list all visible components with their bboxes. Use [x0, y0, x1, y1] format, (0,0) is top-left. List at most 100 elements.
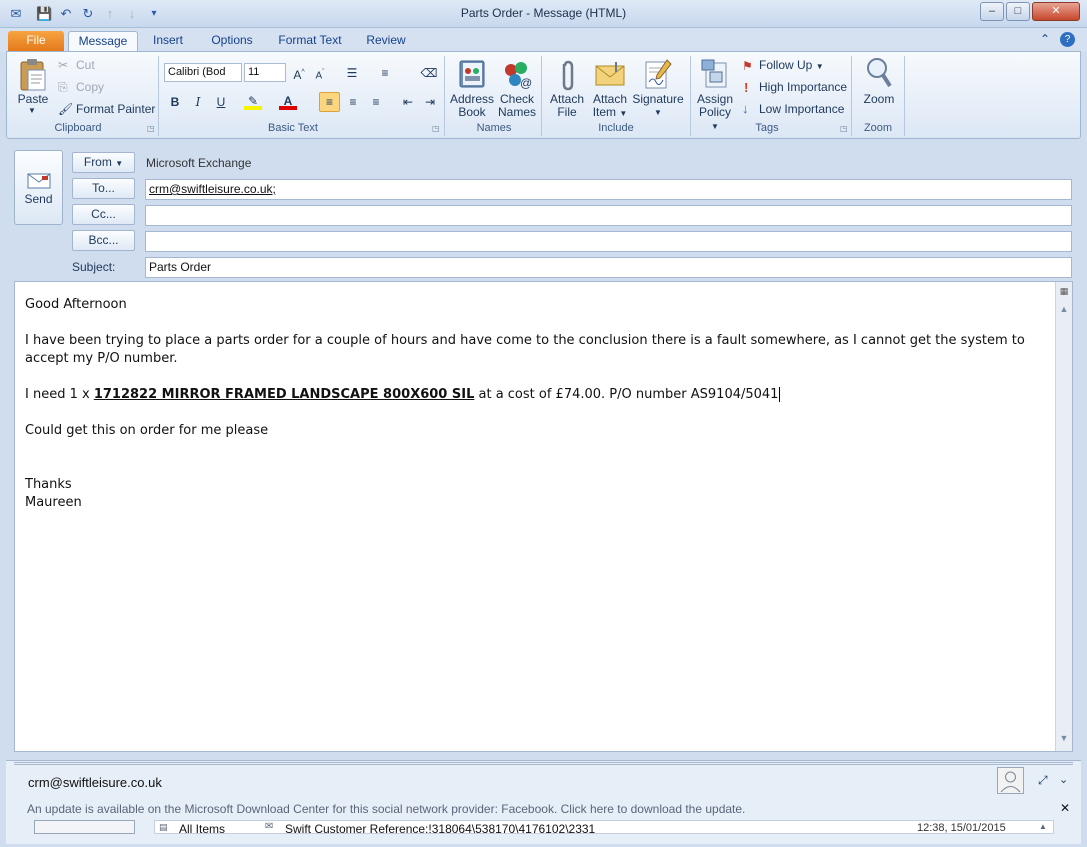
body-paragraph: I have been trying to place a parts orde…: [25, 333, 1025, 366]
collapse-pane-icon[interactable]: ⌄: [1059, 773, 1068, 786]
update-notice[interactable]: An update is available on the Microsoft …: [27, 802, 745, 816]
send-label: Send: [24, 192, 53, 206]
cut-icon: ✂: [58, 58, 69, 72]
help-icon[interactable]: ?: [1060, 32, 1075, 47]
send-icon: [25, 171, 53, 194]
all-items-expand-icon: ▤: [159, 822, 168, 832]
attach-item-icon: [594, 60, 626, 91]
all-items-label[interactable]: All Items: [179, 822, 225, 833]
activity-scroll-icon[interactable]: ▲: [1039, 822, 1047, 831]
highlight-icon[interactable]: ✎: [244, 92, 262, 110]
copy-button[interactable]: Copy: [76, 80, 104, 94]
body-scrollbar[interactable]: ▦ ▲ ▼: [1055, 282, 1072, 751]
minimize-button[interactable]: –: [980, 2, 1004, 21]
tab-options[interactable]: Options: [204, 31, 260, 52]
tab-message[interactable]: Message: [68, 31, 138, 52]
ruler-toggle-icon[interactable]: ▦: [1057, 286, 1071, 300]
low-importance-button[interactable]: Low Importance: [759, 102, 844, 116]
clear-formatting-icon[interactable]: ⌫: [420, 64, 438, 82]
underline-button[interactable]: U: [212, 93, 230, 111]
font-color-icon[interactable]: A: [279, 92, 297, 110]
scroll-up-icon[interactable]: ▲: [1057, 304, 1071, 318]
attach-file-button[interactable]: Attach File: [547, 93, 587, 119]
italic-button[interactable]: I: [189, 93, 207, 111]
scroll-down-icon[interactable]: ▼: [1057, 733, 1071, 747]
from-value: Microsoft Exchange: [146, 156, 252, 170]
body-thanks: Thanks: [25, 477, 72, 492]
decrease-indent-icon[interactable]: ⇤: [399, 93, 417, 111]
mail-item-icon: ✉: [265, 821, 274, 832]
include-group-label: Include: [598, 122, 634, 134]
bcc-field[interactable]: [145, 231, 1072, 252]
cc-field[interactable]: [145, 205, 1072, 226]
follow-up-button[interactable]: Follow Up ▼: [759, 58, 824, 72]
maximize-button[interactable]: □: [1006, 2, 1030, 21]
signature-dropdown-icon: ▼: [654, 108, 662, 117]
basic-text-group-label: Basic Text: [268, 122, 318, 134]
numbering-icon[interactable]: ≡: [376, 64, 394, 82]
attach-item-dropdown-icon: ▼: [619, 109, 628, 118]
body-greeting: Good Afternoon: [25, 297, 127, 312]
tab-format-text[interactable]: Format Text: [274, 31, 346, 52]
body-order-line: I need 1 x 1712822 MIRROR FRAMED LANDSCA…: [25, 387, 781, 402]
send-button[interactable]: Send: [14, 150, 63, 225]
clipboard-launcher-icon[interactable]: ◳: [147, 124, 155, 133]
increase-indent-icon[interactable]: ⇥: [421, 93, 439, 111]
dismiss-notice-icon[interactable]: ✕: [1060, 801, 1070, 815]
check-names-button[interactable]: Check Names: [496, 93, 538, 119]
basic-text-launcher-icon[interactable]: ◳: [432, 124, 440, 133]
tab-review[interactable]: Review: [360, 31, 412, 52]
activity-item-subject[interactable]: Swift Customer Reference:!318064\538170\…: [285, 822, 595, 833]
close-button[interactable]: ✕: [1032, 2, 1080, 21]
message-body-text[interactable]: Good Afternoon I have been trying to pla…: [25, 296, 1050, 512]
people-pane-contact[interactable]: crm@swiftleisure.co.uk: [28, 775, 162, 790]
to-recipient[interactable]: crm@swiftleisure.co.uk;: [149, 182, 276, 196]
people-pane-filter-box[interactable]: [34, 820, 135, 834]
paste-button[interactable]: Paste: [14, 93, 52, 106]
to-field[interactable]: crm@swiftleisure.co.uk;: [145, 179, 1072, 200]
part-reference: 1712822 MIRROR FRAMED LANDSCAPE 800X600 …: [93, 387, 475, 402]
copy-icon: ⎘: [58, 80, 68, 94]
font-name-combo[interactable]: Calibri (Bod: [164, 63, 242, 82]
group-separator: [541, 56, 542, 136]
cut-button[interactable]: Cut: [76, 58, 95, 72]
tab-file[interactable]: File: [8, 31, 64, 52]
tags-launcher-icon[interactable]: ◳: [840, 124, 848, 133]
paste-dropdown-icon[interactable]: ▼: [28, 106, 36, 115]
zoom-button[interactable]: Zoom: [858, 93, 900, 106]
cc-button[interactable]: Cc...: [72, 204, 135, 225]
activity-list[interactable]: ▤ All Items ✉ Swift Customer Reference:!…: [154, 820, 1054, 834]
align-left-button[interactable]: ≡: [319, 92, 340, 112]
zoom-group-label: Zoom: [863, 122, 893, 134]
paste-icon[interactable]: [18, 58, 48, 92]
tab-insert[interactable]: Insert: [146, 31, 190, 52]
bold-button[interactable]: B: [166, 93, 184, 111]
bullets-icon[interactable]: ☰: [343, 64, 361, 82]
names-group-label: Names: [476, 122, 512, 134]
from-button[interactable]: From ▼: [72, 152, 135, 173]
shrink-font-icon[interactable]: Aˇ: [311, 64, 329, 82]
contact-avatar[interactable]: [997, 767, 1024, 794]
align-right-button[interactable]: ≡: [367, 93, 385, 111]
attach-item-button[interactable]: Attach Item ▼: [589, 93, 631, 120]
address-book-button[interactable]: Address Book: [450, 93, 494, 119]
font-size-combo[interactable]: 11: [244, 63, 286, 82]
from-dropdown-icon: ▼: [115, 159, 124, 168]
to-button[interactable]: To...: [72, 178, 135, 199]
low-importance-icon: ↓: [742, 101, 749, 116]
subject-field[interactable]: Parts Order: [145, 257, 1072, 278]
grow-font-icon[interactable]: A^: [290, 64, 308, 82]
expand-pane-icon[interactable]: ⤢: [1038, 773, 1048, 788]
bcc-button[interactable]: Bcc...: [72, 230, 135, 251]
follow-up-flag-icon: ⚑: [742, 59, 753, 73]
signature-button[interactable]: Signature ▼: [632, 93, 684, 119]
group-separator: [904, 56, 905, 136]
people-pane-splitter[interactable]: [14, 762, 1073, 765]
format-painter-button[interactable]: Format Painter: [76, 102, 155, 116]
align-center-button[interactable]: ≡: [344, 93, 362, 111]
collapse-ribbon-icon[interactable]: ⌃: [1040, 32, 1050, 46]
window-title: Parts Order - Message (HTML): [460, 6, 627, 20]
signature-icon: [643, 58, 673, 93]
zoom-icon: [864, 56, 894, 93]
high-importance-button[interactable]: High Importance: [759, 80, 847, 94]
